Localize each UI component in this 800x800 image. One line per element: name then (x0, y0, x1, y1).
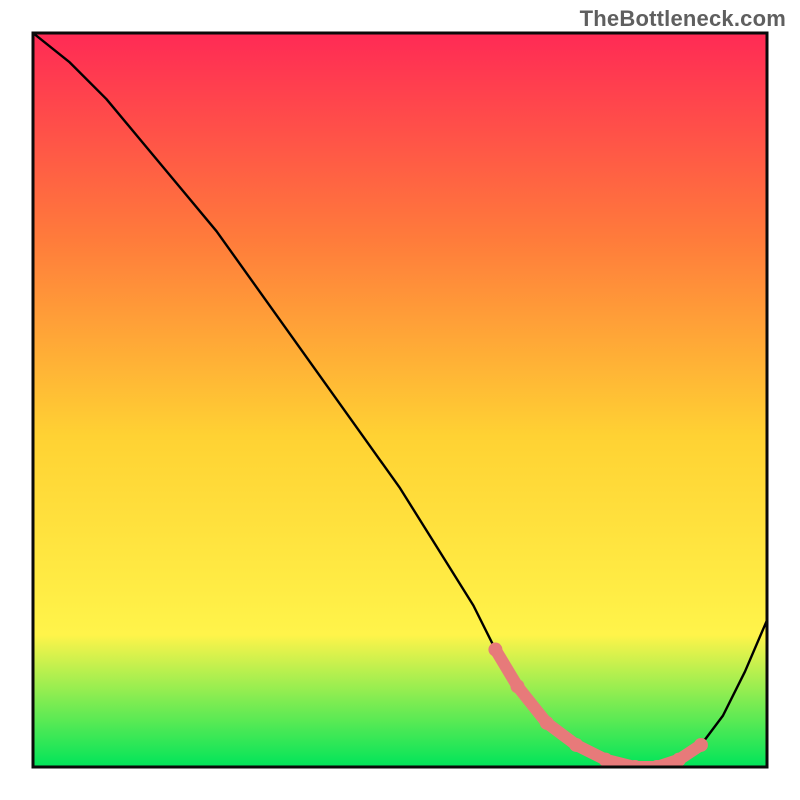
marker-dot (672, 753, 686, 767)
marker-dot (540, 716, 554, 730)
bottleneck-plot (0, 0, 800, 800)
chart-container: TheBottleneck.com (0, 0, 800, 800)
marker-dot (599, 753, 613, 767)
marker-dot (510, 679, 524, 693)
marker-dot (694, 738, 708, 752)
marker-dot (488, 643, 502, 657)
watermark-text: TheBottleneck.com (580, 6, 786, 32)
marker-dot (569, 738, 583, 752)
